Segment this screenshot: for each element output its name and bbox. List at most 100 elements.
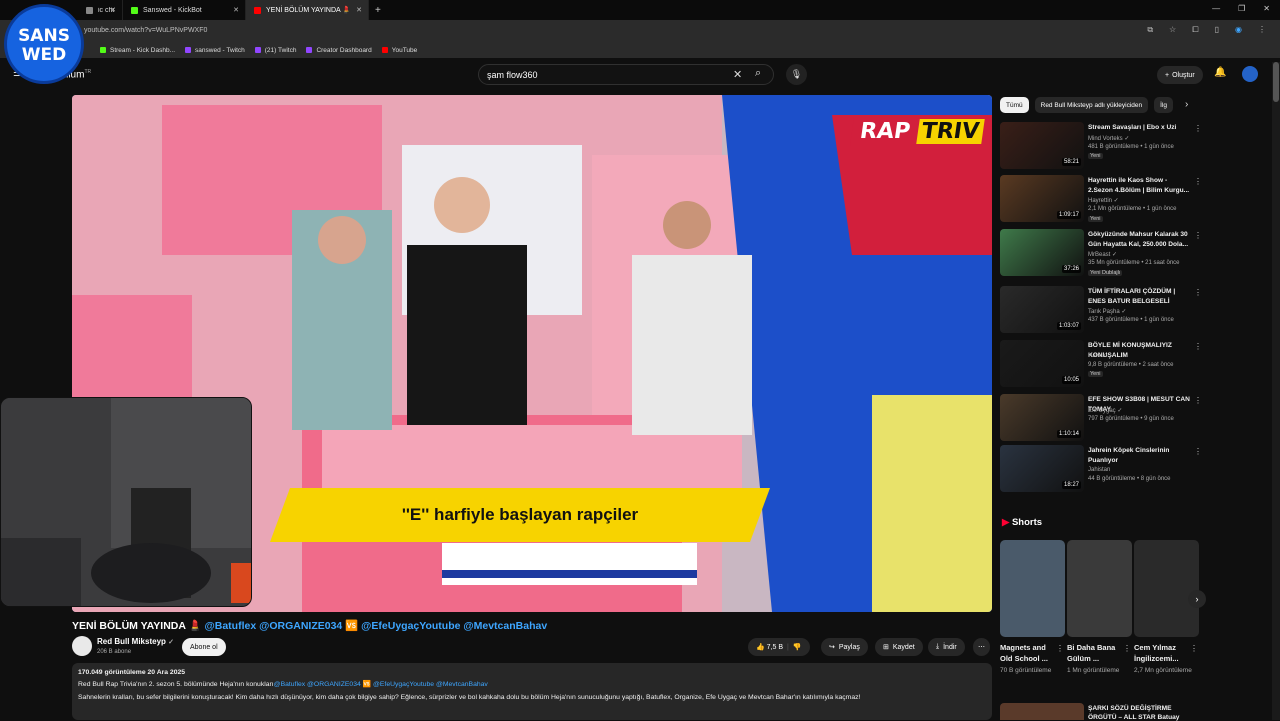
recommendation-item[interactable]: 1:09:17 Hayrettin ile Kaos Show - 2.Sezon…	[1000, 175, 1202, 223]
page-scrollbar[interactable]	[1272, 62, 1280, 720]
recommendation-item[interactable]: 18:27 Jahrein Köpek Cinslerinin Puanlıyor…	[1000, 445, 1202, 493]
bookmark-item[interactable]: Stream - Kick Dashb...	[100, 47, 175, 54]
more-options-icon[interactable]: ⋮	[1194, 124, 1202, 133]
youtube-icon	[381, 47, 388, 53]
recommendation-title[interactable]: Jahrein Köpek Cinslerinin Puanlıyor	[1088, 446, 1192, 466]
short-title[interactable]: Magnets and Old School ...	[1000, 642, 1058, 664]
voice-search-icon[interactable]: 🎙	[786, 64, 807, 85]
bookmark-star-icon[interactable]: ☆	[1169, 25, 1176, 35]
shorts-icon: ▶	[1002, 517, 1010, 528]
next-thumbnail	[1000, 703, 1084, 720]
share-button[interactable]: ↪ Paylaş	[821, 638, 868, 656]
chip-related[interactable]: İlg	[1154, 97, 1174, 113]
clear-search-icon[interactable]: ✕	[733, 68, 742, 81]
recommendation-title[interactable]: TÜM İFTİRALARI ÇÖZDÜM | ENES BATUR BELGE…	[1088, 287, 1192, 307]
video-description[interactable]: 170.049 görüntüleme 20 Ara 2025 Red Bull…	[72, 663, 992, 720]
more-options-icon[interactable]: ⋮	[1194, 396, 1202, 405]
extensions-icon[interactable]: ⧠	[1192, 25, 1198, 35]
recommendation-meta: 35 Mn görüntüleme • 21 saat önce	[1088, 260, 1180, 266]
short-menu-icon[interactable]: ⋮	[1056, 644, 1064, 653]
more-options-icon[interactable]: ⋮	[1194, 288, 1202, 297]
more-options-icon[interactable]: ⋮	[1194, 231, 1202, 240]
thumbs-down-icon[interactable]: 👎	[793, 643, 802, 651]
account-avatar[interactable]	[1242, 66, 1258, 82]
rap-trivia-logo: RAP TRIV	[849, 117, 992, 146]
subscribe-button[interactable]: Abone ol	[182, 638, 226, 656]
save-button[interactable]: ⊞ Kaydet	[875, 638, 923, 656]
recommendation-channel[interactable]: Hayrettin ✓	[1088, 197, 1119, 204]
scrollbar-thumb[interactable]	[1273, 62, 1279, 102]
bookmark-item[interactable]: YouTube	[381, 47, 417, 54]
like-button[interactable]: 👍 7,5 B	[756, 643, 783, 651]
subscriber-count: 206 B abone	[97, 649, 132, 655]
menu-icon[interactable]: ⋮	[1258, 25, 1266, 35]
recommendation-title[interactable]: Gökyüzünde Mahsur Kalarak 30 Gün Hayatta…	[1088, 230, 1192, 250]
recommendation-item[interactable]: 37:26 Gökyüzünde Mahsur Kalarak 30 Gün Ha…	[1000, 229, 1202, 277]
tab-title: Sanswed - KickBot	[143, 6, 202, 14]
recommendation-item[interactable]: 1:10:14 EFE SHOW S3B08 | MESUT CAN TOMAY E…	[1000, 394, 1202, 442]
close-tab-icon[interactable]: ✕	[356, 6, 362, 14]
translate-icon[interactable]: ⧉	[1147, 25, 1153, 35]
recommendation-channel[interactable]: Harsuo	[1088, 353, 1107, 359]
short-thumbnail[interactable]	[1134, 540, 1199, 637]
recommendation-channel[interactable]: Mind Vorteks ✓	[1088, 135, 1129, 142]
chip-from-uploader[interactable]: Red Bull Miksteyp adlı yükleyiciden	[1034, 97, 1149, 113]
recommendation-item[interactable]: 10:05 BÖYLE Mİ KONUŞMALIYIZ KONUŞALIM Hars…	[1000, 340, 1202, 388]
video-thumbnail[interactable]: 18:27	[1000, 445, 1084, 492]
search-input[interactable]: şam flow360 ✕ ⌕	[478, 64, 774, 85]
next-recommendation[interactable]: ŞARKI SÖZÜ DEĞİŞTİRME ÖRGÜTÜ – ALL STAR …	[1000, 703, 1200, 721]
video-thumbnail[interactable]: 10:05	[1000, 340, 1084, 387]
bookmark-item[interactable]: Creator Dashboard	[306, 47, 372, 54]
short-title[interactable]: Bi Daha Bana Gülüm ...	[1067, 642, 1125, 664]
more-actions-icon[interactable]: ⋯	[973, 638, 990, 656]
shorts-next-icon[interactable]: ›	[1188, 590, 1206, 608]
minimize-icon[interactable]: —	[1212, 4, 1220, 13]
recommendation-channel[interactable]: Efe Uygaç ✓	[1088, 407, 1122, 414]
browser-tab-2[interactable]: Sanswed - KickBot ✕	[123, 0, 246, 20]
bookmark-item[interactable]: (21) Twitch	[254, 47, 296, 54]
recommendation-item[interactable]: 58:21 Stream Savaşları | Ebo x Uzi Mind Vo…	[1000, 122, 1202, 170]
channel-avatar[interactable]	[72, 636, 92, 656]
more-options-icon[interactable]: ⋮	[1194, 342, 1202, 351]
browser-tab-3[interactable]: YENİ BÖLÜM YAYINDA 💄 ✕	[246, 0, 369, 20]
short-title[interactable]: Cem Yılmaz İngilizcemi...	[1134, 642, 1192, 664]
short-thumbnail[interactable]	[1000, 540, 1065, 637]
create-button[interactable]: + Oluştur	[1157, 66, 1203, 84]
close-tab-icon[interactable]: ✕	[110, 6, 116, 14]
short-thumbnail[interactable]	[1067, 540, 1132, 637]
video-thumbnail[interactable]: 1:09:17	[1000, 175, 1084, 222]
download-button[interactable]: ⤓ İndir	[928, 638, 965, 656]
search-icon[interactable]: ⌕	[755, 67, 761, 80]
recommendation-channel[interactable]: Jahistan	[1088, 467, 1110, 473]
close-tab-icon[interactable]: ✕	[233, 6, 239, 14]
recommendation-title[interactable]: Stream Savaşları | Ebo x Uzi	[1088, 123, 1192, 133]
video-thumbnail[interactable]: 1:03:07	[1000, 286, 1084, 333]
close-window-icon[interactable]: ✕	[1263, 4, 1270, 13]
filter-chips: Tümü Red Bull Miksteyp adlı yükleyiciden…	[1000, 97, 1174, 113]
video-thumbnail[interactable]: 37:26	[1000, 229, 1084, 276]
description-mentions[interactable]: @Batuflex @ORGANIZE034 🆚 @EfeUygaçYoutub…	[274, 681, 488, 688]
sidebar-icon[interactable]: ▯	[1215, 25, 1219, 35]
bookmark-item[interactable]: sanswed - Twitch	[185, 47, 245, 54]
recommendation-channel[interactable]: MrBeast ✓	[1088, 251, 1117, 258]
url-text[interactable]: youtube.com/watch?v=WuLPNvPWXF0	[84, 27, 207, 34]
maximize-icon[interactable]: ❐	[1238, 4, 1245, 13]
short-menu-icon[interactable]: ⋮	[1123, 644, 1131, 653]
more-options-icon[interactable]: ⋮	[1194, 177, 1202, 186]
more-options-icon[interactable]: ⋮	[1194, 447, 1202, 456]
channel-name[interactable]: Red Bull Miksteyp ✓	[97, 637, 174, 646]
recommendation-title[interactable]: Hayrettin ile Kaos Show - 2.Sezon 4.Bölü…	[1088, 176, 1192, 196]
video-thumbnail[interactable]: 1:10:14	[1000, 394, 1084, 441]
twitch-icon	[254, 47, 261, 53]
short-menu-icon[interactable]: ⋮	[1190, 644, 1198, 653]
chip-all[interactable]: Tümü	[1000, 97, 1029, 113]
chevron-right-icon[interactable]: ›	[1185, 99, 1188, 110]
new-tab-icon[interactable]: +	[375, 5, 381, 16]
recommendation-item[interactable]: 1:03:07 TÜM İFTİRALARI ÇÖZDÜM | ENES BATU…	[1000, 286, 1202, 334]
video-thumbnail[interactable]: 58:21	[1000, 122, 1084, 169]
tab-bar: ic charts: Nigeria ✕ Sanswed - KickBot ✕…	[0, 0, 1280, 20]
profile-icon[interactable]: ◉	[1235, 25, 1242, 35]
title-mentions[interactable]: @Batuflex @ORGANIZE034 🆚 @EfeUygaçYoutub…	[205, 620, 548, 632]
notifications-bell-icon[interactable]: 🔔	[1214, 67, 1226, 78]
recommendation-channel[interactable]: Tarık Paşha ✓	[1088, 308, 1126, 315]
